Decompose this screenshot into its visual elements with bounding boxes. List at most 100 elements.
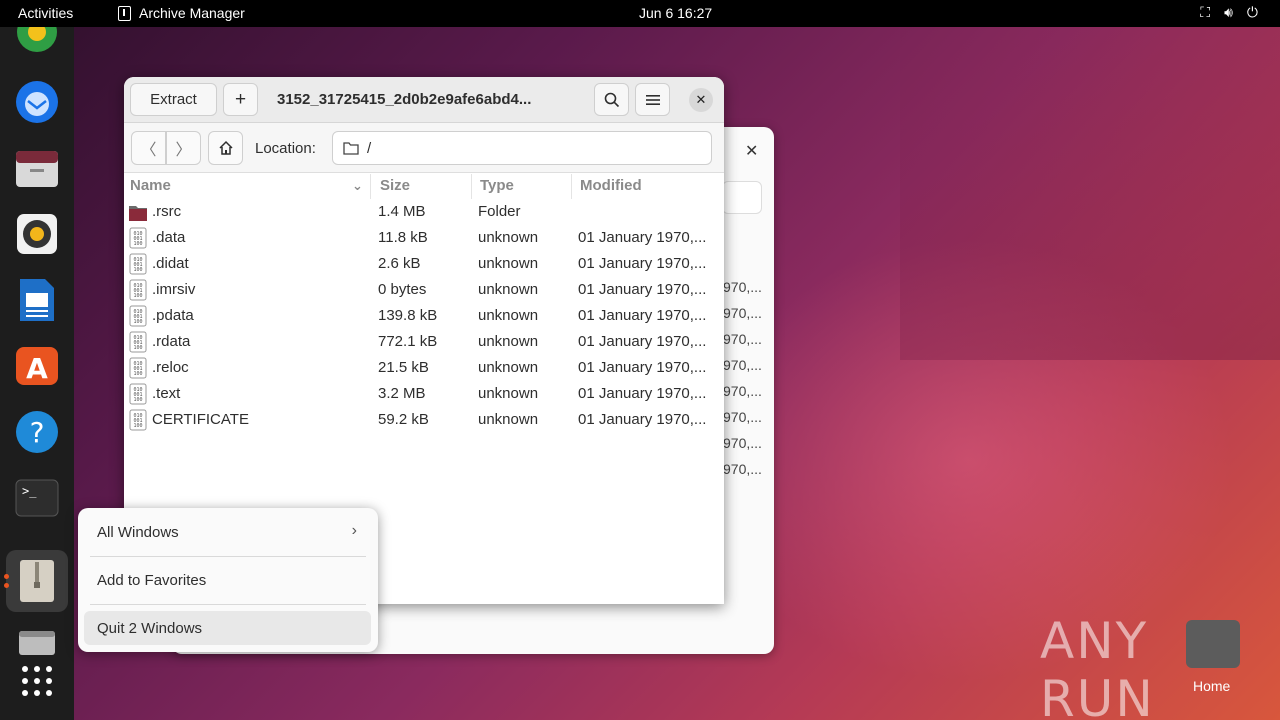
- close-icon: ✕: [695, 92, 707, 107]
- extract-button[interactable]: Extract: [130, 83, 217, 116]
- file-size: 0 bytes: [378, 281, 427, 298]
- modified-cell: 970,...: [723, 461, 762, 477]
- home-button[interactable]: [208, 131, 243, 165]
- table-row[interactable]: 010 001 100 .reloc 21.5 kB unknown 01 January …: [124, 355, 724, 381]
- table-row[interactable]: 010 001 100 .pdata 139.8 kB unknown 01 January…: [124, 303, 724, 329]
- window-title: 3152_31725415_2d0b2e9afe6abd4...: [277, 91, 532, 108]
- app-name: Archive Manager: [139, 5, 245, 21]
- folder-icon: [343, 142, 359, 155]
- file-modified: 01 January 1970,...: [578, 385, 707, 402]
- svg-text:>_: >_: [22, 484, 37, 498]
- add-to-favorites-item[interactable]: Add to Favorites: [84, 563, 371, 597]
- files-icon[interactable]: [14, 145, 60, 191]
- table-row[interactable]: 010 001 100 .data 11.8 kB unknown 01 January 1…: [124, 225, 724, 251]
- forward-button[interactable]: 〉: [166, 131, 201, 165]
- column-modified[interactable]: Modified: [580, 177, 642, 194]
- archive-icon: [118, 5, 131, 21]
- terminal-icon[interactable]: >_: [14, 475, 60, 521]
- network-icon: ⛶: [1200, 4, 1211, 20]
- header-bar: Extract + 3152_31725415_2d0b2e9afe6abd4.…: [124, 77, 724, 123]
- table-row[interactable]: 010 001 100 .text 3.2 MB unknown 01 January 19…: [124, 381, 724, 407]
- app-center-icon[interactable]: A: [14, 343, 60, 389]
- file-name: .imrsiv: [152, 281, 196, 298]
- column-headers: Name ⌄ Size Type Modified: [124, 174, 724, 199]
- table-row[interactable]: 010 001 100 .rdata 772.1 kB unknown 01 January…: [124, 329, 724, 355]
- rhythmbox-icon[interactable]: [14, 211, 60, 257]
- file-name: .rsrc: [152, 203, 182, 220]
- modified-cell: 970,...: [723, 409, 762, 425]
- modified-cell: 970,...: [723, 305, 762, 321]
- system-tray[interactable]: ⛶ 🔊︎ ⏻: [1200, 4, 1258, 21]
- file-type: unknown: [478, 229, 539, 246]
- column-type[interactable]: Type: [480, 177, 514, 194]
- chrome-icon[interactable]: [14, 19, 60, 65]
- volume-icon: 🔊︎: [1224, 4, 1233, 20]
- svg-text:100: 100: [133, 267, 142, 273]
- file-size: 11.8 kB: [378, 229, 428, 246]
- svg-text:?: ?: [30, 416, 45, 449]
- help-icon[interactable]: ?: [14, 409, 60, 455]
- menu-divider: [90, 604, 366, 605]
- home-label[interactable]: Home: [1193, 678, 1230, 694]
- running-indicator: [4, 574, 9, 579]
- menu-divider: [90, 556, 366, 557]
- file-modified: 01 January 1970,...: [578, 411, 707, 428]
- file-type: unknown: [478, 385, 539, 402]
- file-type: unknown: [478, 411, 539, 428]
- file-type: unknown: [478, 255, 539, 272]
- add-files-button[interactable]: +: [223, 83, 258, 116]
- file-name: .text: [152, 385, 181, 402]
- file-type: unknown: [478, 359, 539, 376]
- file-modified: 01 January 1970,...: [578, 307, 707, 324]
- location-field: [722, 181, 762, 214]
- file-modified: 01 January 1970,...: [578, 255, 707, 272]
- sort-chevron-icon: ⌄: [352, 178, 363, 193]
- location-label: Location:: [255, 140, 316, 157]
- hamburger-icon: [645, 94, 660, 105]
- location-input[interactable]: /: [332, 131, 712, 165]
- file-modified: 01 January 1970,...: [578, 229, 707, 246]
- svg-text:100: 100: [133, 319, 142, 325]
- dock: A ? >_: [0, 27, 74, 720]
- search-button[interactable]: [594, 83, 629, 116]
- thunderbird-icon[interactable]: [14, 79, 60, 125]
- file-size: 59.2 kB: [378, 411, 429, 428]
- svg-text:100: 100: [133, 371, 142, 377]
- chevron-left-icon: 〈: [140, 142, 157, 159]
- modified-cell: 970,...: [723, 279, 762, 295]
- file-type: Folder: [478, 203, 521, 220]
- file-type: unknown: [478, 333, 539, 350]
- all-windows-label: All Windows: [97, 523, 179, 541]
- app-menu[interactable]: Archive Manager: [118, 5, 245, 21]
- file-size: 2.6 kB: [378, 255, 421, 272]
- menu-button[interactable]: [635, 83, 670, 116]
- dock-context-menu: All Windows › Add to Favorites Quit 2 Wi…: [78, 508, 378, 652]
- all-windows-item[interactable]: All Windows ›: [84, 515, 371, 549]
- table-row[interactable]: 010 001 100 .didat 2.6 kB unknown 01 January 1…: [124, 251, 724, 277]
- file-name: .data: [152, 229, 186, 246]
- file-modified: 01 January 1970,...: [578, 333, 707, 350]
- table-row[interactable]: .rsrc 1.4 MB Folder: [124, 199, 724, 225]
- home-folder-icon[interactable]: [1186, 620, 1240, 668]
- file-size: 772.1 kB: [378, 333, 438, 350]
- column-name[interactable]: Name: [130, 177, 171, 194]
- chevron-right-icon: ›: [351, 522, 357, 539]
- file-name: .reloc: [152, 359, 189, 376]
- close-icon[interactable]: ✕: [745, 141, 758, 161]
- svg-text:100: 100: [133, 397, 142, 403]
- writer-icon[interactable]: [14, 277, 60, 323]
- clock[interactable]: Jun 6 16:27: [639, 5, 712, 21]
- file-modified: 01 January 1970,...: [578, 359, 707, 376]
- quit-windows-item[interactable]: Quit 2 Windows: [84, 611, 371, 645]
- archive-manager-dock-icon[interactable]: [6, 550, 68, 612]
- file-size: 139.8 kB: [378, 307, 438, 324]
- show-apps-icon[interactable]: [14, 658, 60, 704]
- table-row[interactable]: 010 001 100 CERTIFICATE 59.2 kB unknown 01 Jan…: [124, 407, 724, 433]
- column-size[interactable]: Size: [380, 177, 410, 194]
- table-row[interactable]: 010 001 100 .imrsiv 0 bytes unknown 01 January…: [124, 277, 724, 303]
- file-modified: 01 January 1970,...: [578, 281, 707, 298]
- close-button[interactable]: ✕: [689, 88, 713, 112]
- svg-text:100: 100: [133, 423, 142, 429]
- back-button[interactable]: 〈: [131, 131, 166, 165]
- svg-text:100: 100: [133, 345, 142, 351]
